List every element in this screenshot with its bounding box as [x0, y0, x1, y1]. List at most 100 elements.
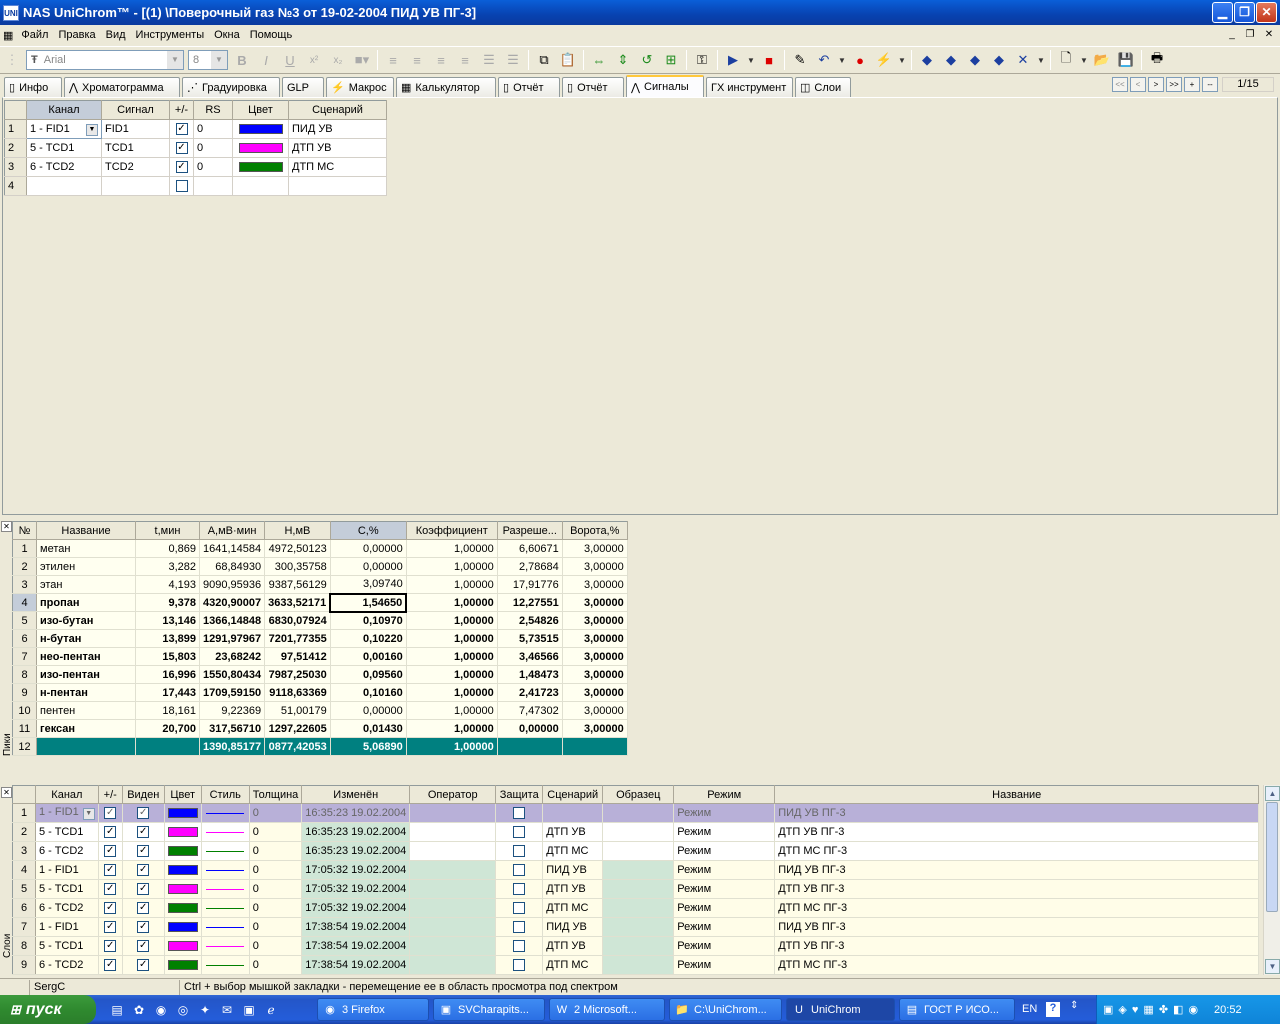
nav-prev-button[interactable]: <: [1130, 77, 1146, 92]
checkbox[interactable]: [513, 826, 526, 839]
color-cell[interactable]: [232, 119, 289, 139]
checkbox[interactable]: ✓: [104, 883, 117, 896]
coefficient-cell[interactable]: 1,00000: [406, 665, 498, 684]
col-sample[interactable]: Образец: [602, 785, 675, 804]
height-cell[interactable]: 1297,22605: [264, 719, 331, 738]
time-cell[interactable]: 4,193: [135, 575, 200, 594]
scenario-cell[interactable]: ПИД УВ: [288, 119, 387, 139]
checkbox[interactable]: ✓: [137, 826, 150, 839]
total-coefficient-cell[interactable]: 1,00000: [406, 737, 498, 756]
thickness-cell[interactable]: 0: [249, 936, 303, 956]
concentration-cell[interactable]: 1,54650: [329, 592, 408, 613]
signal-row[interactable]: 25 - TCD1 TCD1 ✓ 0 ДТП УВ: [4, 138, 387, 158]
gates-cell[interactable]: 3,00000: [562, 593, 628, 612]
tray-icon-6[interactable]: ◧: [1173, 1003, 1183, 1016]
color-cell[interactable]: [232, 176, 289, 196]
col-coefficient[interactable]: Коэффициент: [406, 521, 498, 540]
coefficient-cell[interactable]: 1,00000: [406, 539, 498, 558]
time-cell[interactable]: 16,996: [135, 665, 200, 684]
scenario-cell[interactable]: ПИД УВ: [542, 860, 604, 880]
rs-cell[interactable]: 0: [193, 138, 233, 158]
style-cell[interactable]: [201, 955, 250, 975]
checkbox[interactable]: ✓: [137, 807, 150, 820]
scenario-cell[interactable]: ДТП УВ: [288, 138, 387, 158]
mdi-restore-icon[interactable]: ❐: [1243, 28, 1257, 41]
coefficient-cell[interactable]: 1,00000: [406, 719, 498, 738]
protection-cell[interactable]: [495, 879, 544, 899]
channel-cell[interactable]: 1 - FID1: [35, 860, 99, 880]
col-plusminus[interactable]: +/-: [98, 785, 123, 804]
sample-cell[interactable]: [602, 860, 675, 880]
menu-file[interactable]: Файл: [16, 29, 53, 41]
area-cell[interactable]: 4320,90007: [199, 593, 266, 612]
thickness-cell[interactable]: 0: [249, 898, 303, 918]
underline-icon[interactable]: U: [279, 49, 301, 71]
concentration-cell[interactable]: 0,10220: [330, 629, 407, 648]
checkbox[interactable]: ✓: [104, 940, 117, 953]
language-indicator[interactable]: EN: [1022, 1003, 1037, 1015]
channel-cell[interactable]: 1 - FID1: [35, 917, 99, 937]
scenario-cell[interactable]: ДТП МС: [542, 898, 604, 918]
name-cell[interactable]: гексан: [36, 719, 136, 738]
visible-cell[interactable]: ✓: [122, 841, 165, 861]
rs-cell[interactable]: 0: [193, 119, 233, 139]
tab-5[interactable]: ⚡ Макрос: [326, 77, 394, 97]
sample-cell[interactable]: [602, 955, 675, 975]
menu-view[interactable]: Вид: [101, 29, 131, 41]
checkbox[interactable]: [175, 180, 188, 193]
tray-icon-2[interactable]: ◈: [1118, 1003, 1126, 1016]
color-cell[interactable]: [232, 138, 289, 158]
layer-row[interactable]: 36 - TCD2 ✓ ✓ 0 16:35:23 19.02.2004 ДТП МС Реж…: [12, 841, 1260, 861]
new-dropdown-icon[interactable]: ▼: [1079, 49, 1089, 71]
checkbox[interactable]: ✓: [104, 826, 117, 839]
color-cell[interactable]: [164, 822, 202, 842]
italic-icon[interactable]: I: [255, 49, 277, 71]
delete-dropdown-icon[interactable]: ▼: [1036, 49, 1046, 71]
checkbox[interactable]: ✓: [137, 921, 150, 934]
scenario-cell[interactable]: ДТП МС: [288, 157, 387, 177]
col-channel[interactable]: Канал: [26, 100, 102, 120]
checkbox[interactable]: ✓: [175, 123, 188, 136]
fill-color-icon[interactable]: ■▾: [351, 49, 373, 71]
color-cell[interactable]: [232, 157, 289, 177]
protection-cell[interactable]: [495, 803, 544, 823]
taskbar-task-3[interactable]: W 2 Microsoft...: [549, 998, 665, 1021]
col-channel[interactable]: Канал: [35, 785, 99, 804]
toggle-cell[interactable]: ✓: [98, 860, 123, 880]
title-cell[interactable]: ДТП УВ ПГ-3: [774, 936, 1260, 956]
sample-cell[interactable]: [602, 841, 675, 861]
height-cell[interactable]: 6830,07924: [264, 611, 331, 630]
tray-icon-5[interactable]: ✤: [1159, 1003, 1168, 1016]
dropdown-icon[interactable]: ▼: [86, 123, 98, 136]
taskbar-task-5[interactable]: U UniChrom: [786, 998, 895, 1021]
col-signal[interactable]: Сигнал: [101, 100, 170, 120]
col-title[interactable]: Название: [774, 785, 1260, 804]
menu-edit[interactable]: Правка: [53, 29, 100, 41]
bullets-icon[interactable]: ☰: [478, 49, 500, 71]
checkbox[interactable]: ✓: [104, 845, 117, 858]
lightning-icon[interactable]: ⚡: [873, 49, 895, 71]
toggle-cell[interactable]: ✓: [169, 157, 194, 177]
total-row[interactable]: 12 1390,85177 0877,42053 5,06890 1,00000: [12, 737, 628, 756]
col-concentration[interactable]: C,%: [330, 521, 407, 540]
checkbox[interactable]: [513, 940, 526, 953]
title-cell[interactable]: ДТП УВ ПГ-3: [774, 822, 1260, 842]
coefficient-cell[interactable]: 1,00000: [406, 683, 498, 702]
col-visible[interactable]: Виден: [122, 785, 165, 804]
nav-remove-button[interactable]: --: [1202, 77, 1218, 92]
peak-row[interactable]: 2 этилен 3,282 68,84930 300,35758 0,00000 1,00…: [12, 557, 628, 576]
nav-first-button[interactable]: <<: [1112, 77, 1128, 92]
color-swatch[interactable]: [167, 846, 198, 857]
col-protection[interactable]: Защита: [495, 785, 544, 804]
channel-cell[interactable]: [26, 176, 102, 196]
quicklaunch-cat-icon[interactable]: ✿: [130, 1001, 148, 1019]
protection-cell[interactable]: [495, 841, 544, 861]
resolution-cell[interactable]: 0,00000: [497, 719, 563, 738]
checkbox[interactable]: ✓: [137, 845, 150, 858]
color-cell[interactable]: [164, 898, 202, 918]
tray-icon-1[interactable]: ▣: [1103, 1003, 1113, 1016]
open-icon[interactable]: 📂: [1091, 49, 1113, 71]
area-cell[interactable]: 68,84930: [199, 557, 266, 576]
style-cell[interactable]: [201, 860, 250, 880]
title-cell[interactable]: ПИД УВ ПГ-3: [774, 860, 1260, 880]
